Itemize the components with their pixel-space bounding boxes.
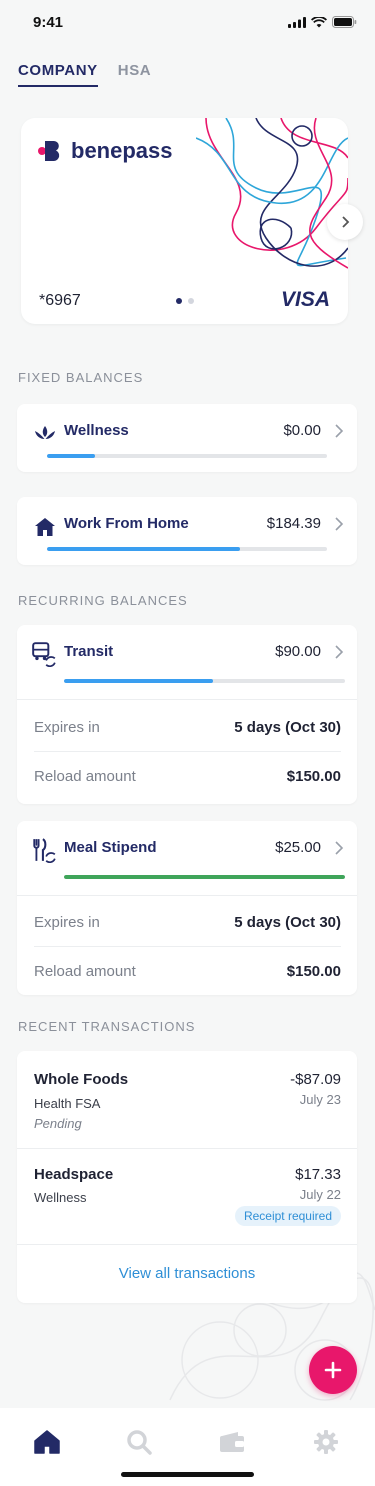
bus-refresh-icon bbox=[32, 642, 56, 667]
reload-row: Reload amount $150.00 bbox=[34, 946, 341, 996]
transaction-merchant: Headspace bbox=[34, 1166, 114, 1183]
battery-icon bbox=[332, 16, 357, 28]
reload-label: Reload amount bbox=[34, 962, 136, 980]
add-button[interactable] bbox=[309, 1346, 357, 1394]
expires-value: 5 days (Oct 30) bbox=[234, 913, 341, 931]
tab-hsa[interactable]: HSA bbox=[118, 62, 151, 87]
balance-progress-fill bbox=[64, 875, 345, 879]
balance-progress bbox=[64, 875, 345, 879]
balance-amount: $90.00 bbox=[275, 643, 321, 660]
transaction-status: Pending bbox=[34, 1116, 82, 1131]
status-time: 9:41 bbox=[33, 14, 64, 31]
balance-label: Meal Stipend bbox=[64, 839, 157, 856]
reload-value: $150.00 bbox=[286, 962, 341, 980]
balance-label: Wellness bbox=[64, 422, 129, 439]
lotus-icon bbox=[35, 426, 55, 439]
utensils-refresh-icon bbox=[33, 838, 56, 863]
nav-search[interactable] bbox=[125, 1428, 153, 1456]
balance-progress bbox=[47, 454, 327, 458]
status-bar: 9:41 bbox=[0, 0, 375, 44]
wallet-icon bbox=[220, 1432, 244, 1452]
transaction-merchant: Whole Foods bbox=[34, 1071, 129, 1088]
transaction-amount: -$87.09 bbox=[290, 1071, 341, 1088]
chevron-right-icon bbox=[335, 424, 344, 438]
balance-progress-fill bbox=[64, 679, 213, 683]
balance-progress-fill bbox=[47, 547, 241, 551]
transaction-category: Health FSA bbox=[34, 1096, 101, 1111]
card-pattern bbox=[196, 118, 348, 269]
pager-dot-active bbox=[176, 298, 182, 304]
account-tabs: COMPANY HSA bbox=[18, 62, 151, 87]
transaction-row[interactable]: Whole Foods Health FSA Pending -$87.09 J… bbox=[17, 1051, 357, 1149]
expires-label: Expires in bbox=[34, 718, 100, 736]
balance-transit: Transit $90.00 Expires in 5 days (Oct 30… bbox=[17, 625, 357, 804]
card-network: VISA bbox=[280, 288, 330, 311]
benefits-card[interactable]: benepass *6967 VISA bbox=[21, 118, 348, 324]
reload-row: Reload amount $150.00 bbox=[34, 751, 341, 801]
balance-progress bbox=[64, 679, 345, 683]
home-indicator bbox=[121, 1472, 254, 1477]
transit-header[interactable]: Transit $90.00 bbox=[17, 625, 357, 699]
tab-company[interactable]: COMPANY bbox=[18, 62, 98, 87]
nav-home[interactable] bbox=[33, 1428, 61, 1456]
receipt-required-badge[interactable]: Receipt required bbox=[234, 1206, 341, 1226]
house-icon bbox=[35, 518, 55, 536]
gear-icon bbox=[314, 1430, 338, 1454]
balance-meal-stipend: Meal Stipend $25.00 Expires in 5 days (O… bbox=[17, 821, 357, 995]
plus-icon bbox=[324, 1361, 342, 1379]
recent-transactions-heading: RECENT TRANSACTIONS bbox=[18, 1019, 196, 1034]
expires-label: Expires in bbox=[34, 913, 100, 931]
balance-amount: $184.39 bbox=[266, 515, 321, 532]
transaction-row[interactable]: Headspace Wellness $17.33 July 22 Receip… bbox=[17, 1149, 357, 1244]
brand-name: benepass bbox=[71, 138, 173, 163]
expires-row: Expires in 5 days (Oct 30) bbox=[34, 702, 341, 752]
balance-amount: $25.00 bbox=[275, 839, 321, 856]
card-number: *6967 bbox=[39, 292, 81, 309]
chevron-right-icon bbox=[335, 517, 344, 531]
balance-label: Transit bbox=[64, 643, 114, 660]
nav-settings[interactable] bbox=[312, 1428, 340, 1456]
transaction-amount: $17.33 bbox=[295, 1166, 341, 1183]
expires-row: Expires in 5 days (Oct 30) bbox=[34, 897, 341, 947]
card-pager bbox=[176, 298, 194, 304]
expires-value: 5 days (Oct 30) bbox=[234, 718, 341, 736]
divider bbox=[17, 699, 357, 700]
transaction-category: Wellness bbox=[34, 1190, 87, 1205]
balance-work-from-home[interactable]: Work From Home $184.39 bbox=[17, 497, 357, 565]
balance-label: Work From Home bbox=[64, 515, 189, 532]
balance-progress bbox=[47, 547, 327, 551]
search-icon bbox=[127, 1430, 152, 1455]
reload-label: Reload amount bbox=[34, 767, 136, 785]
recurring-balances-heading: RECURRING BALANCES bbox=[18, 593, 188, 608]
balance-amount: $0.00 bbox=[283, 422, 321, 439]
meal-stipend-header[interactable]: Meal Stipend $25.00 bbox=[17, 821, 357, 895]
chevron-right-icon bbox=[342, 216, 350, 228]
transactions-list: Whole Foods Health FSA Pending -$87.09 J… bbox=[17, 1051, 357, 1303]
pager-dot bbox=[188, 298, 194, 304]
nav-wallet[interactable] bbox=[218, 1428, 246, 1456]
brand: benepass bbox=[37, 138, 173, 164]
divider bbox=[17, 1244, 357, 1245]
home-icon bbox=[34, 1430, 60, 1454]
chevron-right-icon bbox=[335, 841, 344, 855]
fixed-balances-heading: FIXED BALANCES bbox=[18, 370, 144, 385]
divider bbox=[17, 895, 357, 896]
reload-value: $150.00 bbox=[286, 767, 341, 785]
balance-wellness[interactable]: Wellness $0.00 bbox=[17, 404, 357, 472]
card-next-button[interactable] bbox=[327, 204, 363, 240]
transaction-date: July 23 bbox=[299, 1092, 341, 1107]
chevron-right-icon bbox=[335, 645, 344, 659]
view-all-transactions-link[interactable]: View all transactions bbox=[17, 1265, 357, 1282]
transaction-date: July 22 bbox=[299, 1187, 341, 1202]
signal-icon bbox=[288, 16, 306, 28]
benepass-logo-icon bbox=[38, 141, 60, 161]
balance-progress-fill bbox=[47, 454, 95, 458]
wifi-icon bbox=[311, 16, 327, 27]
